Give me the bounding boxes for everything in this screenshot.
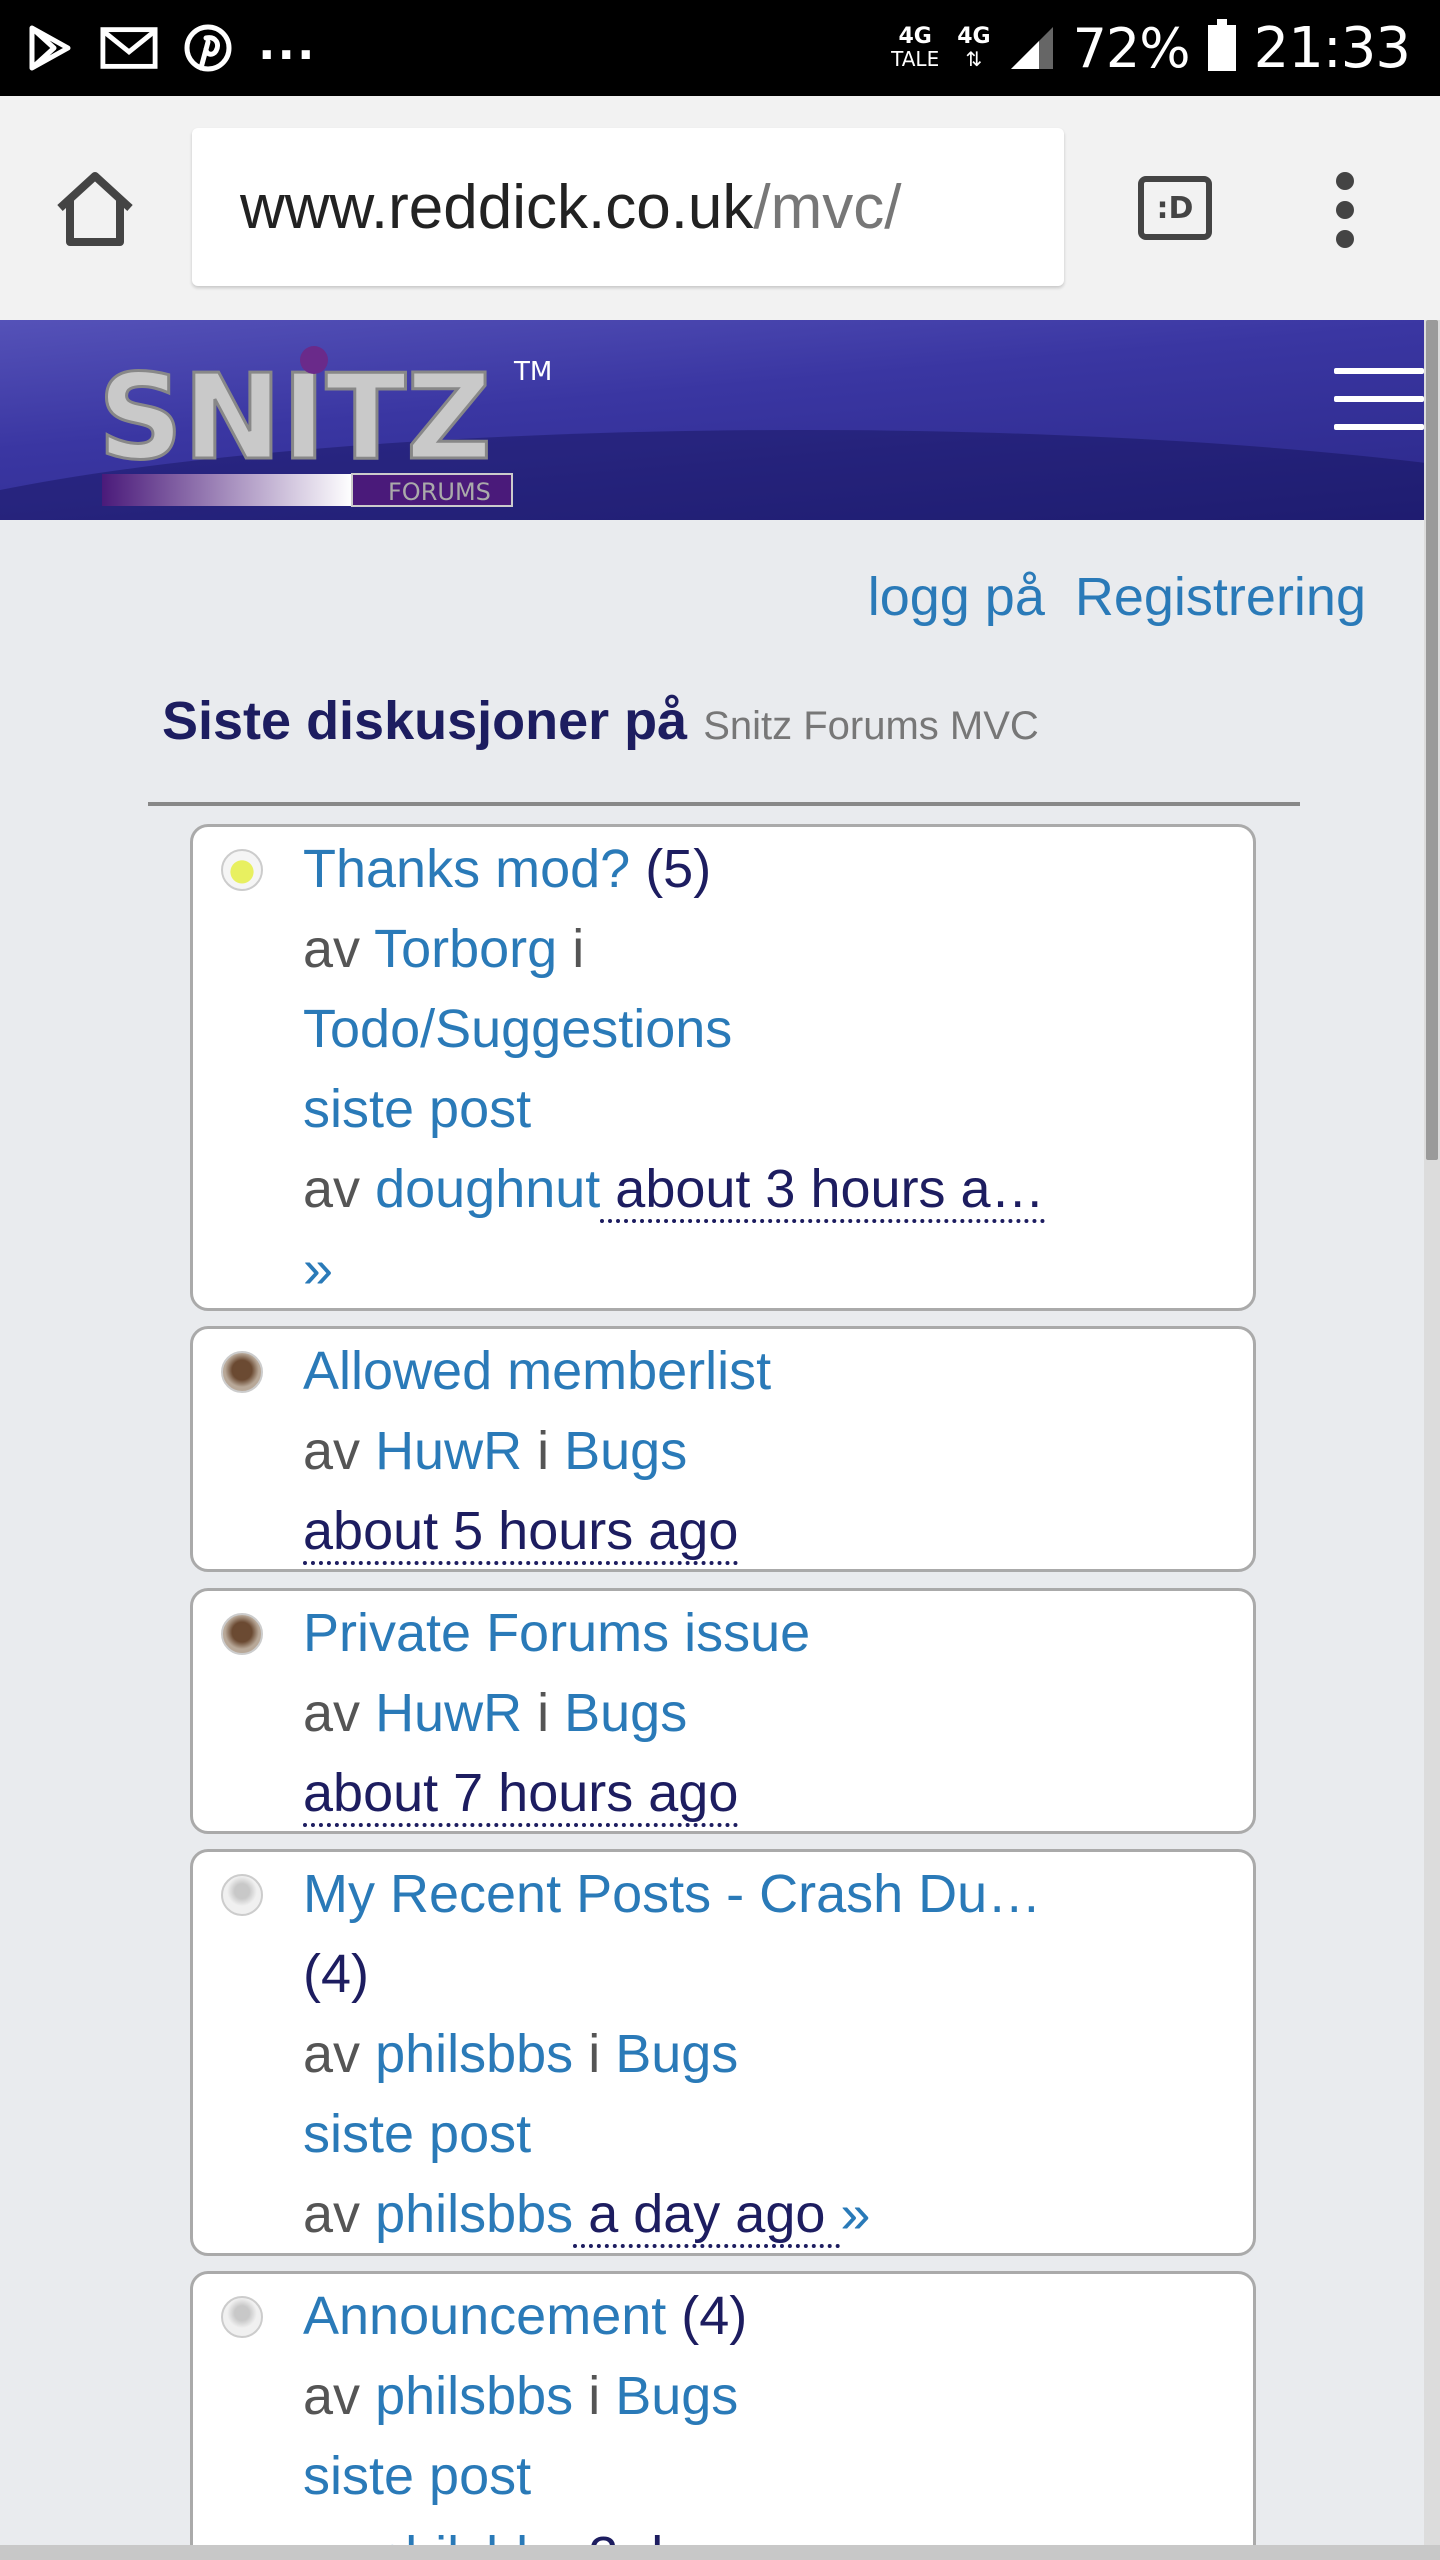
author-link[interactable]: philsbbs bbox=[375, 2024, 573, 2084]
topic-title-link[interactable]: Announcement bbox=[303, 2286, 666, 2346]
svg-text:SNITZ: SNITZ bbox=[98, 348, 492, 486]
auth-links: logg på Registrering bbox=[868, 566, 1366, 628]
android-status-bar: ... 4G TALE 4G ⇅ 72% 21:33 bbox=[0, 0, 1440, 96]
last-author-link[interactable]: doughnut bbox=[375, 1159, 600, 1219]
author-link[interactable]: Torborg bbox=[374, 919, 557, 979]
goto-last-post-icon[interactable]: » bbox=[840, 2184, 870, 2244]
more-notifications: ... bbox=[258, 16, 317, 70]
topic-card: Allowed memberlist av HuwR i Bugs about … bbox=[190, 1326, 1256, 1572]
topic-card: Thanks mod? (5) av Torborg i Todo/Sugges… bbox=[190, 824, 1256, 1311]
page-subtitle: Snitz Forums MVC bbox=[703, 704, 1039, 748]
topic-title-link[interactable]: Allowed memberlist bbox=[303, 1341, 771, 1401]
hamburger-menu-icon[interactable] bbox=[1334, 368, 1424, 448]
pinterest-icon bbox=[184, 24, 232, 72]
avatar bbox=[221, 1613, 263, 1655]
site-header: SNITZ TM FORUMS bbox=[0, 320, 1424, 520]
timestamp: about 3 hours a… bbox=[600, 1159, 1045, 1223]
register-link[interactable]: Registrering bbox=[1075, 566, 1366, 628]
timestamp: about 5 hours ago bbox=[303, 1501, 739, 1565]
forum-link[interactable]: Todo/Suggestions bbox=[303, 999, 732, 1059]
page-title: Siste diskusjoner på bbox=[162, 691, 688, 751]
last-post-link[interactable]: siste post bbox=[303, 1079, 531, 1139]
svg-text:TM: TM bbox=[513, 357, 552, 387]
login-link[interactable]: logg på bbox=[868, 566, 1045, 628]
topic-card: My Recent Posts - Crash Du… (4) av phils… bbox=[190, 1849, 1256, 2256]
network-4g: 4G ⇅ bbox=[957, 24, 991, 71]
forum-link[interactable]: Bugs bbox=[564, 1683, 687, 1743]
goto-last-post-icon[interactable]: » bbox=[303, 1239, 333, 1299]
network-volte: 4G TALE bbox=[891, 24, 940, 71]
horizontal-scrollbar bbox=[0, 2545, 1440, 2560]
url-path: /mvc/ bbox=[753, 172, 902, 242]
reply-count: (4) bbox=[303, 1944, 369, 2004]
avatar bbox=[221, 1874, 263, 1916]
url-bar[interactable]: www.reddick.co.uk/mvc/ bbox=[192, 128, 1064, 286]
svg-text:FORUMS: FORUMS bbox=[388, 478, 491, 506]
battery-icon bbox=[1207, 19, 1236, 71]
reply-count: (4) bbox=[681, 2286, 748, 2346]
battery-percentage: 72% bbox=[1072, 16, 1191, 80]
timestamp: a day ago bbox=[573, 2184, 841, 2248]
avatar bbox=[221, 849, 263, 891]
gmail-icon bbox=[100, 27, 158, 69]
scrollbar-thumb[interactable] bbox=[1426, 320, 1438, 1160]
topic-card: Announcement (4) av philsbbs i Bugs sist… bbox=[190, 2271, 1256, 2560]
topic-card: Private Forums issue av HuwR i Bugs abou… bbox=[190, 1588, 1256, 1834]
author-link[interactable]: HuwR bbox=[375, 1683, 522, 1743]
home-icon[interactable] bbox=[52, 168, 138, 248]
topic-title-link[interactable]: Private Forums issue bbox=[303, 1603, 810, 1663]
browser-menu-icon[interactable] bbox=[1330, 172, 1360, 248]
clock: 21:33 bbox=[1253, 15, 1411, 81]
topic-title-link[interactable]: Thanks mod? bbox=[303, 839, 630, 899]
reply-count: (5) bbox=[645, 839, 712, 899]
signal-icon bbox=[1010, 27, 1053, 69]
last-post-link[interactable]: siste post bbox=[303, 2104, 531, 2164]
play-store-icon bbox=[29, 25, 71, 71]
browser-toolbar: www.reddick.co.uk/mvc/ :D bbox=[0, 96, 1440, 320]
topic-title-link[interactable]: My Recent Posts - Crash Du… bbox=[303, 1864, 1041, 1924]
avatar bbox=[221, 1351, 263, 1393]
url-host: www.reddick.co.uk bbox=[240, 172, 754, 242]
tab-switcher-button[interactable]: :D bbox=[1138, 176, 1212, 240]
divider bbox=[148, 802, 1300, 806]
avatar bbox=[221, 2296, 263, 2338]
last-author-link[interactable]: philsbbs bbox=[375, 2184, 573, 2244]
forum-link[interactable]: Bugs bbox=[615, 2024, 738, 2084]
timestamp: about 7 hours ago bbox=[303, 1763, 739, 1827]
last-post-link[interactable]: siste post bbox=[303, 2446, 531, 2506]
author-link[interactable]: philsbbs bbox=[375, 2366, 573, 2426]
snitz-forums-logo[interactable]: SNITZ TM FORUMS bbox=[96, 340, 566, 510]
page-scrollbar[interactable] bbox=[1424, 320, 1440, 2560]
section-heading: Siste diskusjoner på Snitz Forums MVC bbox=[162, 690, 1039, 752]
forum-link[interactable]: Bugs bbox=[564, 1421, 687, 1481]
forum-link[interactable]: Bugs bbox=[615, 2366, 738, 2426]
author-link[interactable]: HuwR bbox=[375, 1421, 522, 1481]
